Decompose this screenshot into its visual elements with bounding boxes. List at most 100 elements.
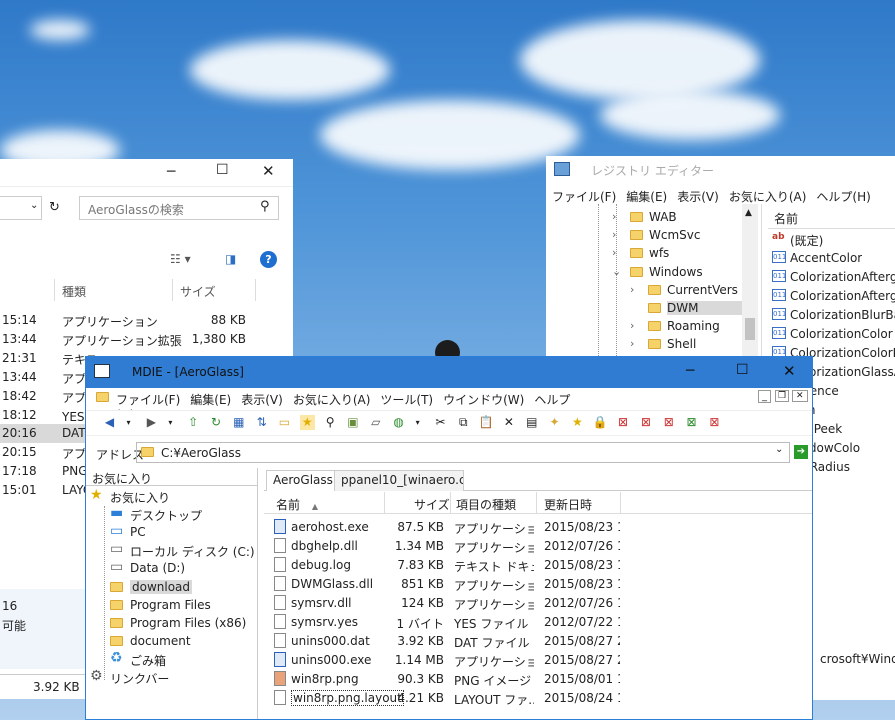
expand-icon[interactable]: ⌄: [612, 265, 621, 278]
close-right-icon[interactable]: ⊠: [707, 415, 722, 430]
forward-icon[interactable]: ▶: [144, 415, 159, 430]
expand-icon[interactable]: ›: [612, 228, 616, 241]
menu-item[interactable]: 表示(V): [677, 190, 719, 204]
minimize-button[interactable]: ─: [686, 363, 694, 379]
favorites-item[interactable]: ▭ Data (D:): [86, 559, 258, 578]
menu-item[interactable]: ファイル(F): [552, 190, 616, 204]
picture-icon[interactable]: ▣: [345, 415, 360, 430]
chevron-down-icon[interactable]: ⌄: [30, 200, 38, 211]
refresh-icon[interactable]: ↻: [49, 200, 60, 215]
folder-tree-icon[interactable]: ▭: [277, 415, 292, 430]
value-row[interactable]: 011 ColorizationColor: [768, 325, 895, 344]
sort-icon[interactable]: ⇅: [254, 415, 269, 430]
chevron-down-icon[interactable]: ▾: [163, 415, 178, 430]
close-all-icon[interactable]: ⊠: [661, 415, 676, 430]
close-tabs-icon[interactable]: ⊠: [638, 415, 653, 430]
tab-0[interactable]: AeroGlass: [266, 470, 340, 491]
tree-item[interactable]: › CurrentVers: [546, 281, 762, 300]
favorites-item[interactable]: download: [86, 578, 258, 597]
file-row[interactable]: unins000.dat 3.92 KB DAT ファイル 2015/08/27 2.…: [264, 632, 812, 651]
tree-item[interactable]: › WAB: [546, 208, 762, 227]
file-row[interactable]: aerohost.exe 87.5 KB アプリケーション 2015/08/23 1.…: [264, 518, 812, 537]
value-row[interactable]: 011 AccentColor: [768, 249, 895, 268]
file-row[interactable]: DWMGlass.dll 851 KB アプリケーション... 2015/08/23 …: [264, 575, 812, 594]
file-row[interactable]: dbghelp.dll 1.34 MB アプリケーション... 2012/07/26 …: [264, 537, 812, 556]
search-icon[interactable]: ⚲: [323, 415, 338, 430]
file-row[interactable]: unins000.exe 1.14 MB アプリケーション 2015/08/27 2.…: [264, 651, 812, 670]
view-icon[interactable]: ▦: [231, 415, 246, 430]
close-icon[interactable]: ✕: [262, 162, 275, 180]
properties-icon[interactable]: ▤: [524, 415, 539, 430]
new-folder-icon[interactable]: ✦: [547, 415, 562, 430]
column-name[interactable]: 名前 ▲: [276, 496, 318, 513]
chevron-down-icon[interactable]: ▾: [121, 415, 136, 430]
search-input[interactable]: AeroGlassの検索 ⚲: [79, 196, 279, 220]
refresh-icon[interactable]: ↻: [208, 415, 223, 430]
menu-item[interactable]: ツール(T): [380, 393, 433, 407]
mdi-restore-icon[interactable]: ❐: [775, 390, 790, 402]
menu-item[interactable]: ヘルプ(H): [816, 190, 870, 204]
scrollbar-thumb[interactable]: [745, 318, 755, 340]
favorites-item[interactable]: ▬ デスクトップ: [86, 505, 258, 524]
favorites-item[interactable]: ⚙ リンクバー: [86, 668, 258, 687]
tree-item[interactable]: › Shell: [546, 335, 762, 354]
file-row[interactable]: symsrv.dll 124 KB アプリケーション... 2012/07/26 1.…: [264, 594, 812, 613]
help-icon[interactable]: ?: [260, 251, 277, 268]
close-tab-icon[interactable]: ⊠: [616, 415, 631, 430]
address-input[interactable]: C:¥AeroGlass ⌄: [136, 442, 790, 463]
minimize-icon[interactable]: ─: [167, 164, 175, 180]
expand-icon[interactable]: ›: [612, 246, 616, 259]
value-row[interactable]: 011 ColorizationAfterglo: [768, 268, 895, 287]
file-row[interactable]: win8rp.png 90.3 KB PNG イメージ 2015/08/01 1...: [264, 670, 812, 689]
preview-pane-icon[interactable]: ◨: [225, 252, 236, 266]
mdi-close-icon[interactable]: ✕: [792, 390, 808, 402]
table-row[interactable]: 13:44 アプリケーション拡張 1,380 KB: [0, 330, 293, 349]
column-date[interactable]: 更新日時: [544, 496, 592, 513]
expand-icon[interactable]: ›: [630, 337, 634, 350]
mdi-minimize-icon[interactable]: _: [758, 390, 771, 403]
tree-item[interactable]: › Roaming: [546, 317, 762, 336]
chevron-down-icon[interactable]: ⌄: [775, 444, 783, 455]
favorites-item[interactable]: document: [86, 632, 258, 651]
globe-icon[interactable]: ◍: [391, 415, 406, 430]
column-name[interactable]: 名前: [774, 210, 798, 227]
tab-1[interactable]: ppanel10_[winaero.co...: [334, 470, 464, 491]
cut-icon[interactable]: ✂: [433, 415, 448, 430]
favorites-item[interactable]: ★ お気に入り: [86, 487, 258, 506]
expand-icon[interactable]: ›: [612, 210, 616, 223]
expand-icon[interactable]: ›: [630, 319, 634, 332]
tree-item[interactable]: › WcmSvc: [546, 226, 762, 245]
favorites-star-icon[interactable]: ★: [299, 415, 315, 430]
back-icon[interactable]: ◀: [102, 415, 117, 430]
value-row[interactable]: 011 ColorizationAfterglo: [768, 287, 895, 306]
table-row[interactable]: 15:14 アプリケーション 88 KB: [0, 311, 293, 330]
menu-item[interactable]: 表示(V): [241, 393, 283, 407]
close-button[interactable]: ✕: [783, 362, 796, 380]
value-row[interactable]: 011 ColorizationBlurBala: [768, 306, 895, 325]
paste-icon[interactable]: 📋: [479, 415, 494, 430]
favorites-item[interactable]: Program Files: [86, 596, 258, 615]
view-options-icon[interactable]: ☷ ▾: [170, 252, 191, 266]
drive-icon[interactable]: ▱: [368, 415, 383, 430]
menu-item[interactable]: 編集(E): [190, 393, 231, 407]
explorer-address-bar[interactable]: ⌄: [0, 196, 42, 220]
expand-icon[interactable]: ›: [630, 283, 634, 296]
column-size[interactable]: サイズ: [414, 496, 450, 513]
file-row[interactable]: win8rp.png.layout 4.21 KB LAYOUT ファ... 2015…: [264, 689, 812, 708]
column-size[interactable]: サイズ: [180, 283, 216, 300]
file-row[interactable]: symsrv.yes 1 バイト YES ファイル 2012/07/22 1...: [264, 613, 812, 632]
favorites-item[interactable]: ♻ ごみ箱: [86, 650, 258, 669]
tree-item[interactable]: DWM: [546, 299, 762, 318]
maximize-button[interactable]: ☐: [736, 362, 749, 378]
lock-icon[interactable]: 🔒: [593, 415, 608, 430]
menu-item[interactable]: ウインドウ(W): [443, 393, 524, 407]
menu-item[interactable]: 編集(E): [626, 190, 667, 204]
up-folder-icon[interactable]: ⇧: [186, 415, 201, 430]
file-row[interactable]: debug.log 7.83 KB テキスト ドキュ... 2015/08/23 1.…: [264, 556, 812, 575]
favorites-item[interactable]: Program Files (x86): [86, 614, 258, 633]
delete-icon[interactable]: ✕: [501, 415, 516, 430]
column-type[interactable]: 項目の種類: [456, 496, 516, 513]
copy-icon[interactable]: ⧉: [456, 415, 471, 430]
tree-item[interactable]: ⌄ Windows: [546, 263, 762, 282]
menu-item[interactable]: お気に入り(A): [729, 190, 807, 204]
